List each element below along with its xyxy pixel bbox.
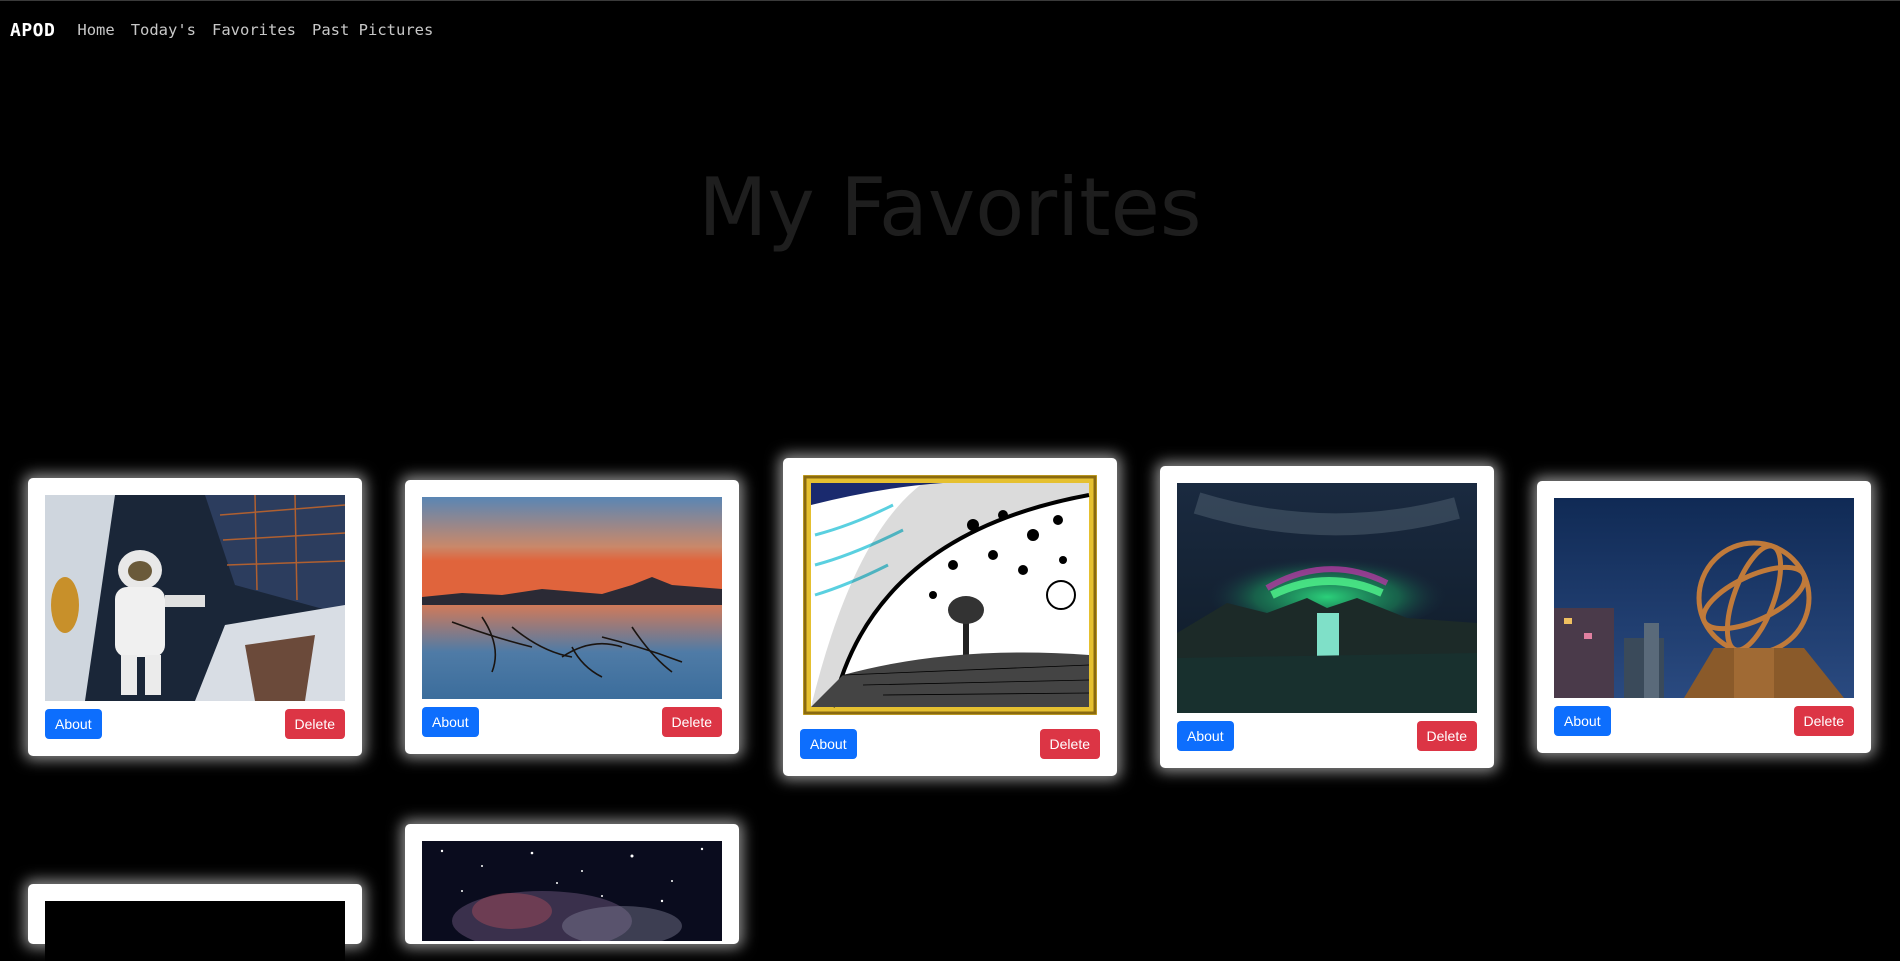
brand-logo[interactable]: APOD <box>10 20 55 41</box>
card-image-sunset-lake[interactable] <box>422 497 722 699</box>
about-button[interactable]: About <box>45 709 102 739</box>
delete-button[interactable]: Delete <box>1039 729 1100 759</box>
delete-button[interactable]: Delete <box>284 709 345 739</box>
about-button[interactable]: About <box>1554 706 1611 736</box>
nav-link-home[interactable]: Home <box>77 21 114 39</box>
favorite-card: About Delete <box>1537 481 1871 753</box>
page-title: My Favorites <box>698 161 1202 254</box>
favorite-card: About Delete <box>405 480 739 754</box>
about-button[interactable]: About <box>800 729 857 759</box>
delete-button[interactable]: Delete <box>1416 721 1477 751</box>
card-image-aurora[interactable] <box>1177 483 1477 713</box>
card-image-nebula[interactable] <box>422 841 722 941</box>
card-image-flammarion[interactable] <box>803 475 1097 715</box>
favorite-card: About Delete <box>28 478 362 756</box>
nav-link-past-pictures[interactable]: Past Pictures <box>312 21 433 39</box>
favorite-card: About Delete <box>1160 466 1494 768</box>
card-image-armillary[interactable] <box>1554 498 1854 698</box>
nav-link-favorites[interactable]: Favorites <box>212 21 296 39</box>
favorite-card: About Delete <box>783 458 1117 776</box>
nav-link-todays[interactable]: Today's <box>131 21 196 39</box>
delete-button[interactable]: Delete <box>661 707 722 737</box>
top-navbar: APOD Home Today's Favorites Past Picture… <box>10 19 449 41</box>
favorite-card <box>28 884 362 961</box>
card-image-dark[interactable] <box>45 901 345 961</box>
favorite-card <box>405 824 739 944</box>
card-image-astronaut[interactable] <box>45 495 345 701</box>
about-button[interactable]: About <box>1177 721 1234 751</box>
about-button[interactable]: About <box>422 707 479 737</box>
delete-button[interactable]: Delete <box>1793 706 1854 736</box>
